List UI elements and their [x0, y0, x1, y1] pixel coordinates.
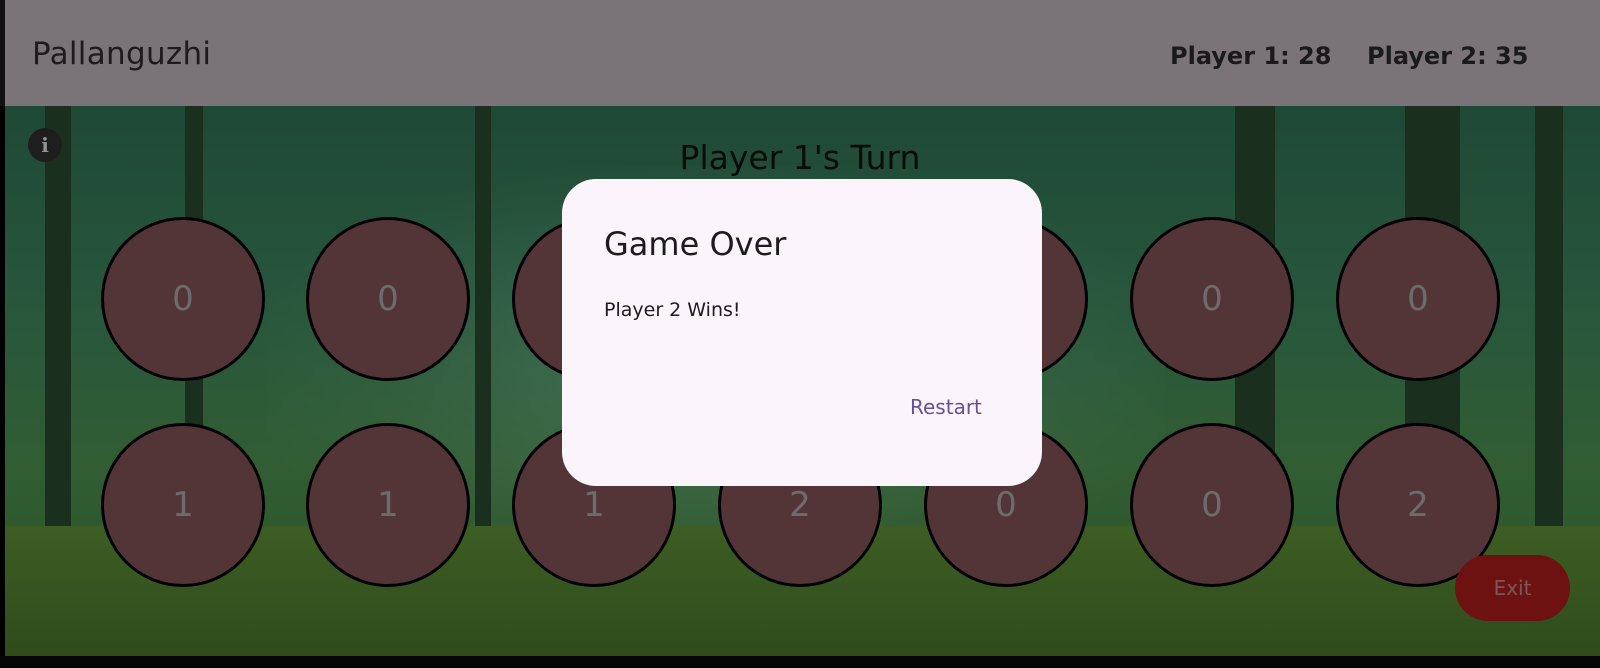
restart-button[interactable]: Restart	[910, 395, 982, 419]
player2-score: Player 2: 35	[1367, 42, 1529, 70]
game-over-dialog: Game Over Player 2 Wins! Restart	[562, 179, 1042, 486]
player1-score: Player 1: 28	[1170, 42, 1332, 70]
dialog-title: Game Over	[604, 225, 787, 263]
dialog-message: Player 2 Wins!	[604, 299, 741, 321]
bottom-edge	[0, 656, 1600, 668]
app-title: Pallanguzhi	[32, 36, 212, 72]
app-bar: Pallanguzhi Player 1: 28 Player 2: 35	[0, 0, 1600, 106]
app-bar-edge	[0, 0, 5, 106]
game-screen: Pallanguzhi Player 1: 28 Player 2: 35 i …	[0, 0, 1600, 668]
